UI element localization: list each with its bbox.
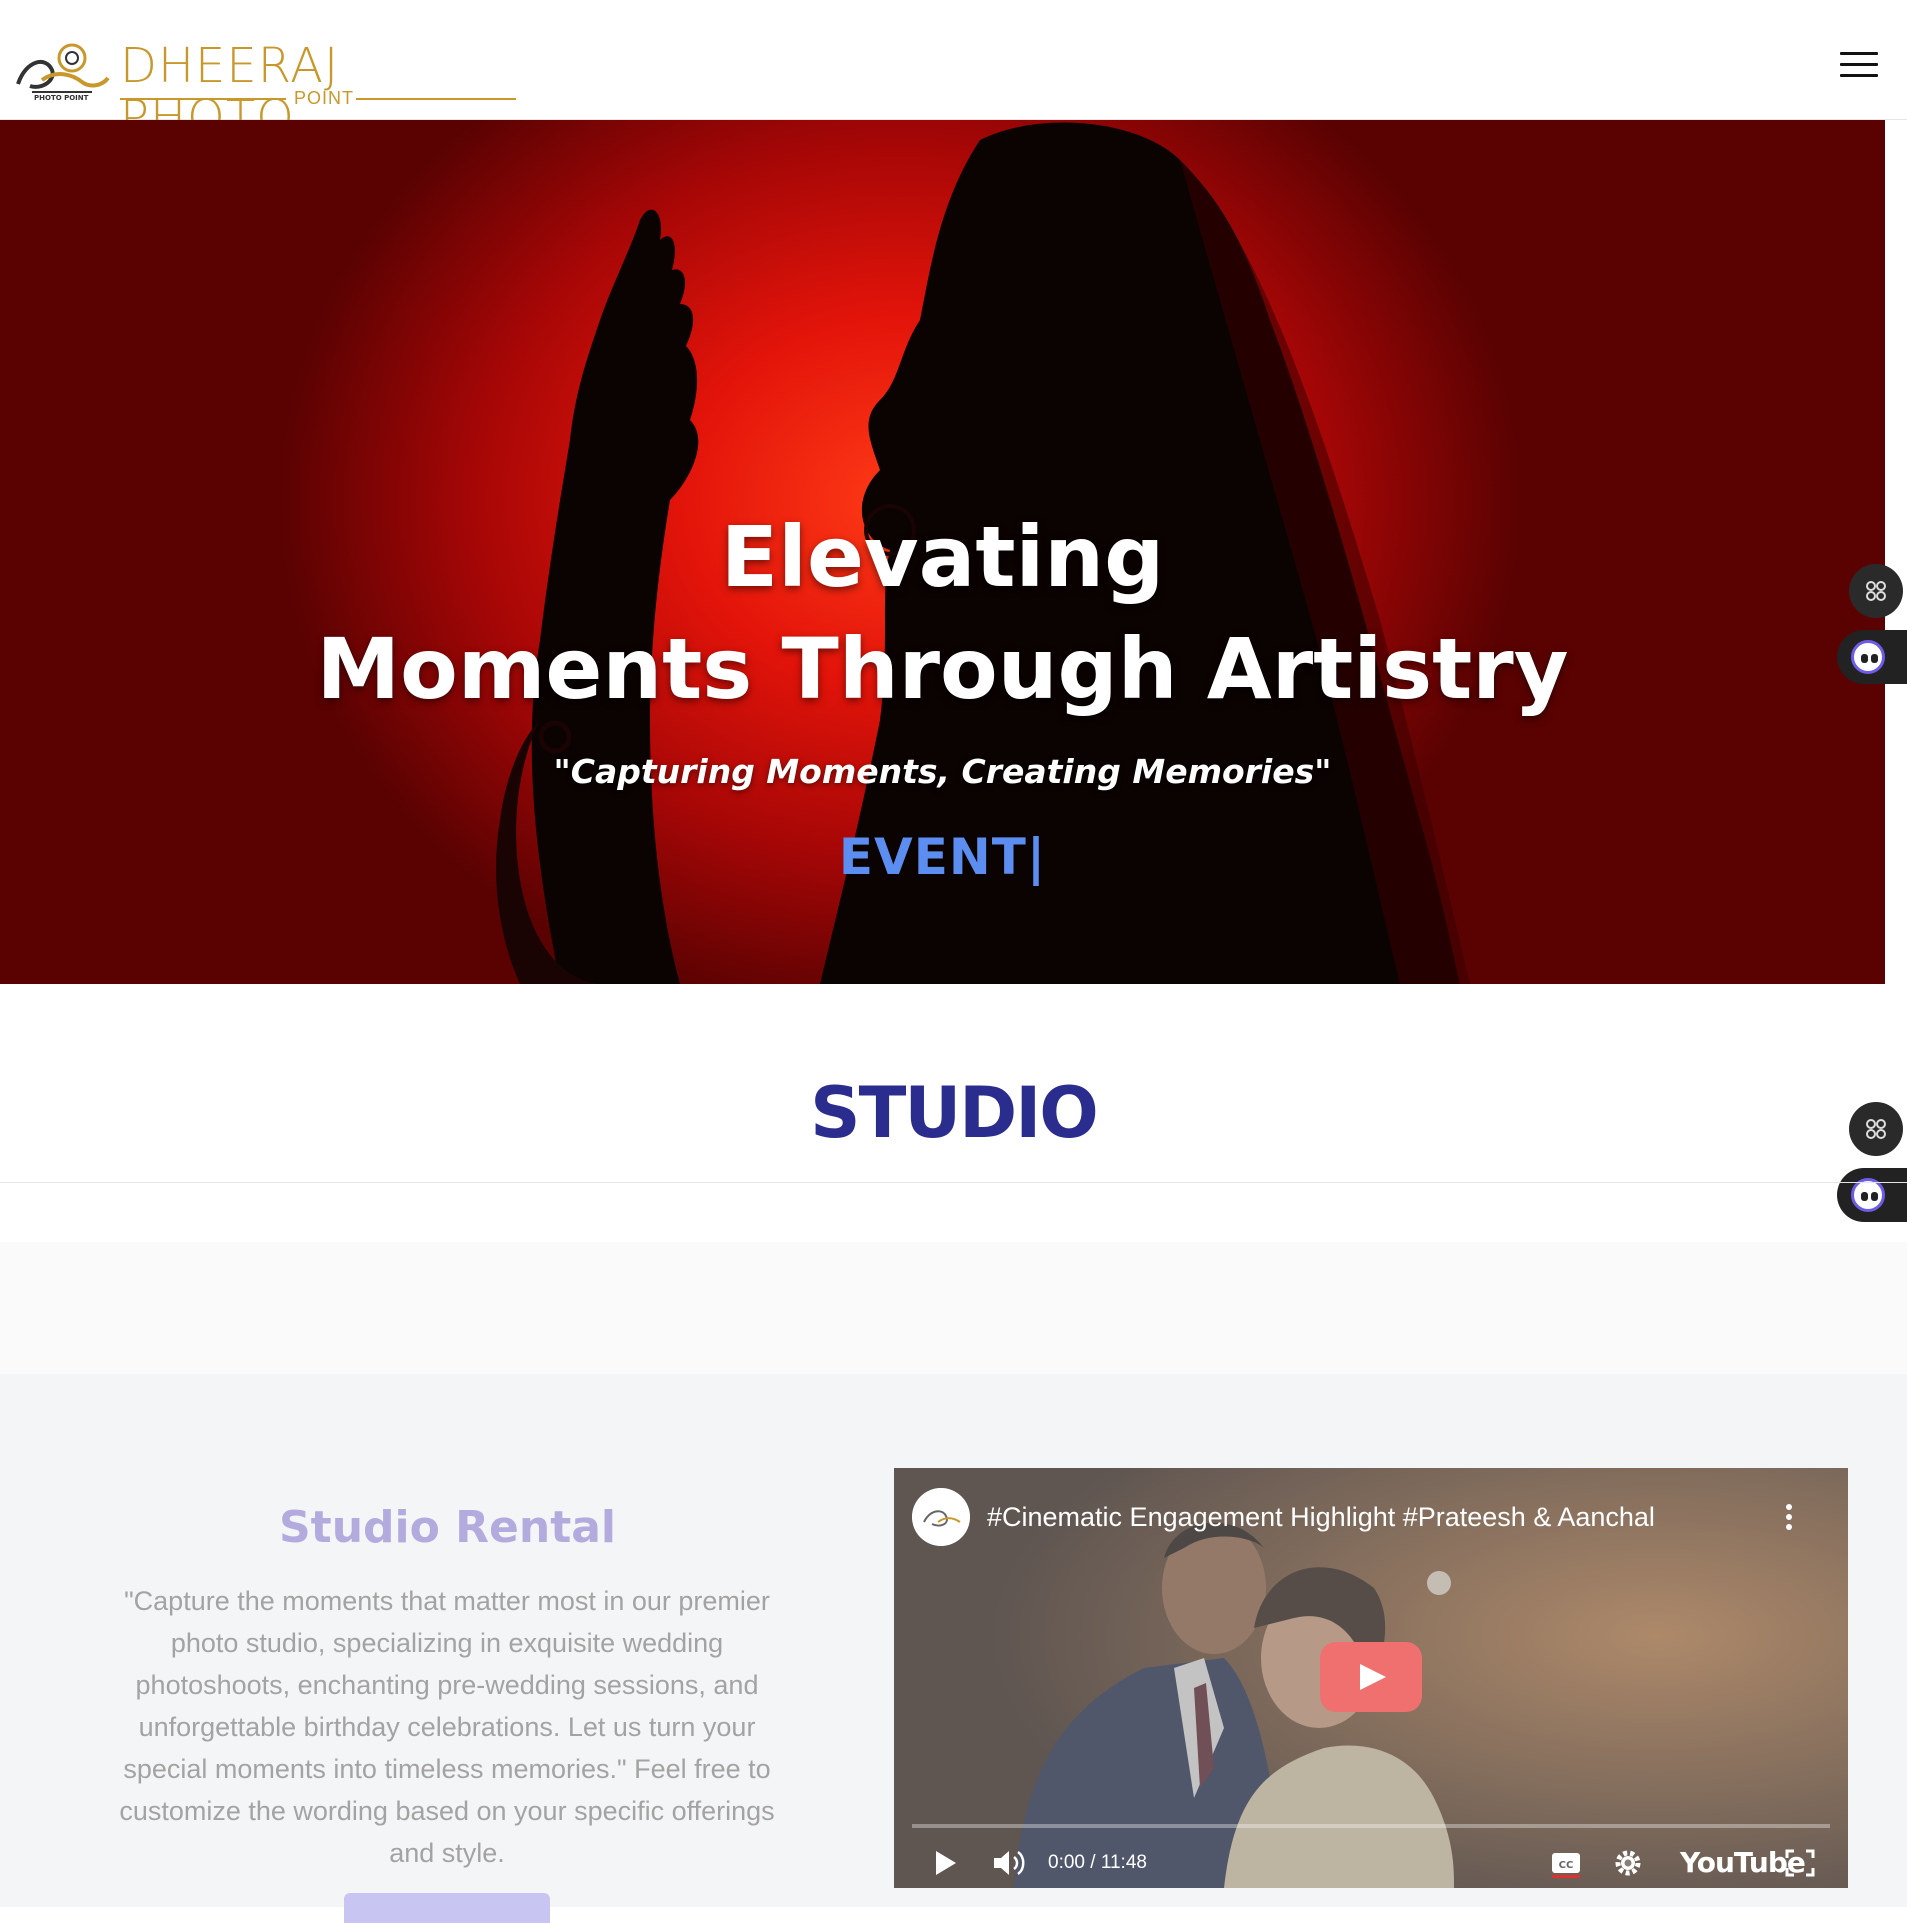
site-header: PHOTO POINT DHEERAJ PHOTO POINT: [0, 0, 1907, 144]
video-time: 0:00 / 11:48: [1048, 1852, 1147, 1873]
studio-rental-title: Studio Rental: [278, 1502, 617, 1553]
section-divider: [0, 1182, 1907, 1183]
youtube-video-player[interactable]: #Cinematic Engagement Highlight #Pratees…: [894, 1468, 1848, 1888]
logo-subtitle: POINT: [120, 88, 516, 110]
section-band: [0, 1242, 1907, 1374]
play-button[interactable]: [1320, 1642, 1422, 1712]
command-grid-icon[interactable]: [1849, 564, 1903, 618]
hero-title-line2: Moments Through Artistry: [316, 620, 1569, 718]
captions-icon[interactable]: CC: [1550, 1846, 1582, 1880]
hamburger-menu-icon[interactable]: [1840, 52, 1878, 80]
logo-emblem-icon: PHOTO POINT: [16, 43, 110, 102]
play-icon[interactable]: [932, 1846, 960, 1880]
video-title[interactable]: #Cinematic Engagement Highlight #Pratees…: [987, 1502, 1655, 1533]
hero-title-line1: Elevating: [720, 508, 1165, 606]
hero-tagline: "Capturing Moments, Creating Memories": [553, 752, 1332, 791]
section-title-studio: STUDIO: [810, 1072, 1099, 1154]
hero-banner: Elevating Moments Through Artistry "Capt…: [0, 120, 1885, 984]
volume-icon[interactable]: [992, 1846, 1028, 1880]
studio-rental-button[interactable]: [344, 1893, 550, 1923]
more-options-icon[interactable]: [1784, 1504, 1794, 1532]
robot-face-icon[interactable]: [1837, 630, 1907, 684]
svg-text:PHOTO POINT: PHOTO POINT: [34, 94, 89, 102]
channel-avatar[interactable]: [912, 1488, 970, 1546]
site-logo[interactable]: PHOTO POINT DHEERAJ PHOTO POINT: [12, 38, 516, 144]
video-progress-bar[interactable]: [912, 1824, 1830, 1828]
hero-typed-text: EVENT|: [838, 828, 1047, 886]
settings-gear-icon[interactable]: [1612, 1846, 1644, 1880]
studio-rental-description: "Capture the moments that matter most in…: [119, 1586, 775, 1868]
robot-face-icon[interactable]: [1837, 1168, 1907, 1222]
logo-subtitle-text: POINT: [294, 88, 355, 108]
fullscreen-icon[interactable]: [1784, 1846, 1816, 1880]
svg-text:CC: CC: [1559, 1860, 1574, 1871]
